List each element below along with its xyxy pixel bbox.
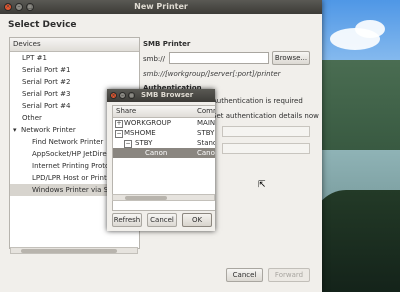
browse-button[interactable]: Browse... bbox=[272, 51, 310, 65]
set-auth-details-label[interactable]: Set authentication details now bbox=[212, 112, 319, 120]
share-comment: MAIN bbox=[197, 119, 215, 127]
mouse-cursor-icon: ⇱ bbox=[258, 180, 266, 190]
column-header-share[interactable]: Share bbox=[116, 106, 136, 117]
dialog-title: SMB Browser bbox=[141, 91, 194, 99]
close-icon[interactable]: × bbox=[110, 92, 117, 99]
forward-button[interactable]: Forward bbox=[268, 268, 310, 282]
share-name: WORKGROUP bbox=[124, 119, 172, 127]
tree-row-selected[interactable]: Canon Canon bbox=[113, 148, 215, 158]
share-comment: Standard bbox=[197, 139, 215, 147]
page-title: Select Device bbox=[8, 20, 77, 30]
tree-row[interactable]: − MSHOME STBY bbox=[113, 128, 215, 138]
window-titlebar[interactable]: × – □ New Printer bbox=[0, 0, 322, 14]
smb-url-hint: smb://[workgroup/]server[:port]/printer bbox=[143, 70, 281, 78]
ok-button[interactable]: OK bbox=[182, 213, 212, 227]
column-header-comment[interactable]: Comment bbox=[197, 106, 215, 117]
share-name: Canon bbox=[145, 149, 168, 157]
share-name: STBY bbox=[135, 139, 153, 147]
device-item[interactable]: Serial Port #2 bbox=[10, 76, 139, 88]
tree-row[interactable]: + WORKGROUP MAIN bbox=[113, 118, 215, 128]
dialog-cancel-button[interactable]: Cancel bbox=[147, 213, 177, 227]
expand-icon[interactable]: + bbox=[115, 120, 123, 128]
username-field[interactable] bbox=[222, 126, 310, 137]
dialog-titlebar[interactable]: × – □ SMB Browser bbox=[107, 89, 215, 102]
network-printer-label: Network Printer bbox=[21, 126, 76, 134]
device-item[interactable]: LPT #1 bbox=[10, 52, 139, 64]
share-name: MSHOME bbox=[124, 129, 156, 137]
tree-row[interactable]: − STBY Standard bbox=[113, 138, 215, 148]
window-title: New Printer bbox=[134, 2, 188, 11]
share-comment: Canon bbox=[197, 149, 215, 157]
share-tree-header: Share Comment bbox=[113, 106, 215, 118]
smb-printer-title: SMB Printer bbox=[143, 40, 191, 48]
collapse-icon[interactable]: − bbox=[124, 140, 132, 148]
collapse-icon[interactable]: − bbox=[115, 130, 123, 138]
trees bbox=[310, 190, 400, 292]
device-list-scrollbar[interactable] bbox=[10, 247, 138, 254]
device-list-header[interactable]: Devices bbox=[10, 38, 139, 52]
smb-prefix-label: smb:// bbox=[143, 55, 165, 63]
scrollbar-thumb[interactable] bbox=[125, 196, 167, 200]
smb-url-input[interactable] bbox=[169, 52, 269, 64]
share-tree-scrollbar[interactable] bbox=[112, 194, 215, 201]
cloud bbox=[355, 20, 385, 38]
scrollbar-thumb[interactable] bbox=[21, 249, 117, 253]
authentication-required-label[interactable]: Authentication is required bbox=[212, 97, 303, 105]
maximize-icon[interactable]: □ bbox=[128, 92, 135, 99]
smb-browser-dialog: × – □ SMB Browser Share Comment + WORKGR… bbox=[107, 89, 215, 231]
expander-down-icon[interactable]: ▾ bbox=[13, 124, 21, 136]
password-field[interactable] bbox=[222, 143, 310, 154]
share-comment: STBY bbox=[197, 129, 215, 137]
cancel-button[interactable]: Cancel bbox=[226, 268, 263, 282]
device-item[interactable]: Serial Port #1 bbox=[10, 64, 139, 76]
refresh-button[interactable]: Refresh bbox=[112, 213, 142, 227]
minimize-icon[interactable]: – bbox=[119, 92, 126, 99]
